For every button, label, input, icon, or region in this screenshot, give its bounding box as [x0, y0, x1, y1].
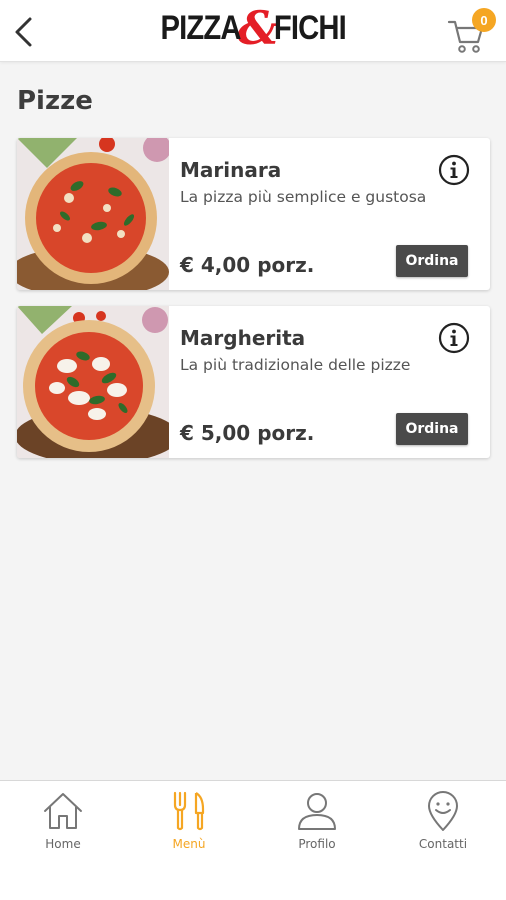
- nav-item-contatti[interactable]: Contatti: [380, 789, 506, 853]
- product-price: € 5,00 porz.: [180, 421, 315, 445]
- product-name: Marinara: [180, 158, 282, 182]
- logo-text-left: PIZZA: [160, 8, 242, 47]
- nav-label: Profilo: [298, 837, 336, 851]
- logo-ampersand: &: [237, 1, 279, 55]
- app-header: PIZZA&FICHI 0: [0, 0, 506, 62]
- info-icon: [438, 322, 470, 354]
- nav-item-menu[interactable]: Menù: [126, 789, 252, 853]
- nav-label: Menù: [172, 837, 206, 851]
- cart-count-badge: 0: [472, 8, 496, 32]
- location-pin-icon: [428, 791, 458, 831]
- section-title: Pizze: [17, 86, 93, 116]
- info-button[interactable]: [438, 154, 470, 186]
- home-icon: [44, 793, 82, 829]
- order-button[interactable]: Ordina: [396, 245, 468, 277]
- order-button[interactable]: Ordina: [396, 413, 468, 445]
- brand-logo: PIZZA&FICHI: [0, 1, 506, 55]
- product-description: La più tradizionale delle pizze: [180, 356, 411, 374]
- nav-label: Home: [45, 837, 81, 851]
- nav-item-home[interactable]: Home: [0, 789, 126, 853]
- nav-label: Contatti: [418, 837, 468, 851]
- pizza-marinara-photo: [17, 138, 169, 290]
- info-icon: [438, 154, 470, 186]
- pizza-margherita-photo: [17, 306, 169, 458]
- product-price: € 4,00 porz.: [180, 253, 315, 277]
- product-name: Margherita: [180, 326, 306, 350]
- bottom-navigation: Home Menù Profilo Contatti: [0, 780, 506, 900]
- info-button[interactable]: [438, 322, 470, 354]
- product-card-marinara[interactable]: Marinara La pizza più semplice e gustosa…: [17, 138, 490, 290]
- product-card-margherita[interactable]: Margherita La più tradizionale delle piz…: [17, 306, 490, 458]
- product-description: La pizza più semplice e gustosa: [180, 188, 427, 206]
- fork-knife-icon: [173, 791, 205, 831]
- logo-text-right: FICHI: [273, 8, 347, 47]
- user-icon: [298, 793, 336, 830]
- nav-item-profilo[interactable]: Profilo: [254, 789, 380, 853]
- cart-button[interactable]: 0: [446, 6, 496, 56]
